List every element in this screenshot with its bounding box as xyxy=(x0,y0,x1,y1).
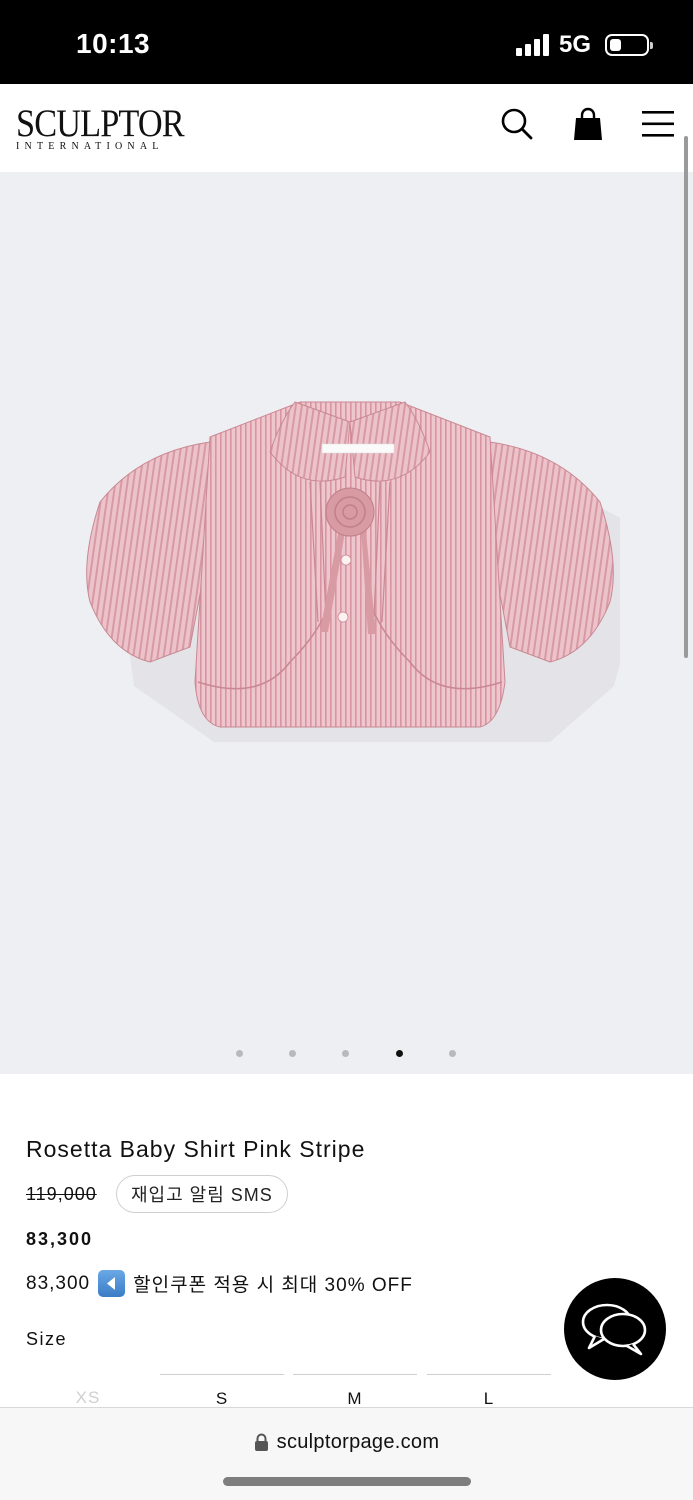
home-indicator[interactable] xyxy=(223,1477,471,1486)
menu-icon[interactable] xyxy=(638,104,678,144)
battery-level xyxy=(610,39,621,51)
product-image xyxy=(86,401,620,742)
back-arrow-icon xyxy=(98,1270,126,1297)
logo-main-text: SCULPTOR xyxy=(16,102,185,145)
battery-icon xyxy=(605,34,653,56)
gallery-dot-5[interactable] xyxy=(449,1050,456,1057)
brand-logo[interactable]: SCULPTOR INTERNATIONAL xyxy=(16,102,185,152)
original-price: 119,000 xyxy=(26,1184,97,1204)
product-title: Rosetta Baby Shirt Pink Stripe xyxy=(26,1136,366,1162)
gallery-dot-2[interactable] xyxy=(289,1050,296,1057)
url-text: sculptorpage.com xyxy=(276,1431,440,1453)
sale-price: 83,300 xyxy=(26,1229,94,1249)
site-header: SCULPTOR INTERNATIONAL xyxy=(0,84,693,172)
gallery-dot-3[interactable] xyxy=(342,1050,349,1057)
gallery-pagination xyxy=(0,1048,693,1060)
gallery-dot-1[interactable] xyxy=(236,1050,243,1057)
status-time: 10:13 xyxy=(76,28,151,59)
url-display[interactable]: sculptorpage.com xyxy=(0,1431,693,1454)
network-type: 5G xyxy=(558,31,591,58)
shopping-bag-icon[interactable] xyxy=(568,104,608,144)
chat-button[interactable] xyxy=(564,1278,666,1380)
size-label: Size xyxy=(26,1329,68,1349)
signal-icon xyxy=(515,34,549,56)
lock-icon xyxy=(254,1433,268,1451)
restock-sms-button[interactable]: 재입고 알림 SMS xyxy=(116,1175,288,1213)
coupon-price: 83,300 xyxy=(26,1272,91,1294)
chat-bubbles-icon xyxy=(581,1303,647,1356)
status-indicators: 5G xyxy=(515,31,653,59)
scrollbar[interactable] xyxy=(684,136,688,658)
product-image-gallery[interactable] xyxy=(0,172,693,1074)
status-bar: 10:13 5G xyxy=(0,0,693,84)
search-icon[interactable] xyxy=(497,104,537,144)
coupon-text: 할인쿠폰 적용 시 최대 30% OFF xyxy=(133,1275,413,1296)
gallery-dot-4-active[interactable] xyxy=(396,1050,403,1057)
coupon-info: 83,300 할인쿠폰 적용 시 최대 30% OFF xyxy=(26,1270,413,1297)
browser-address-bar[interactable]: sculptorpage.com xyxy=(0,1407,693,1500)
